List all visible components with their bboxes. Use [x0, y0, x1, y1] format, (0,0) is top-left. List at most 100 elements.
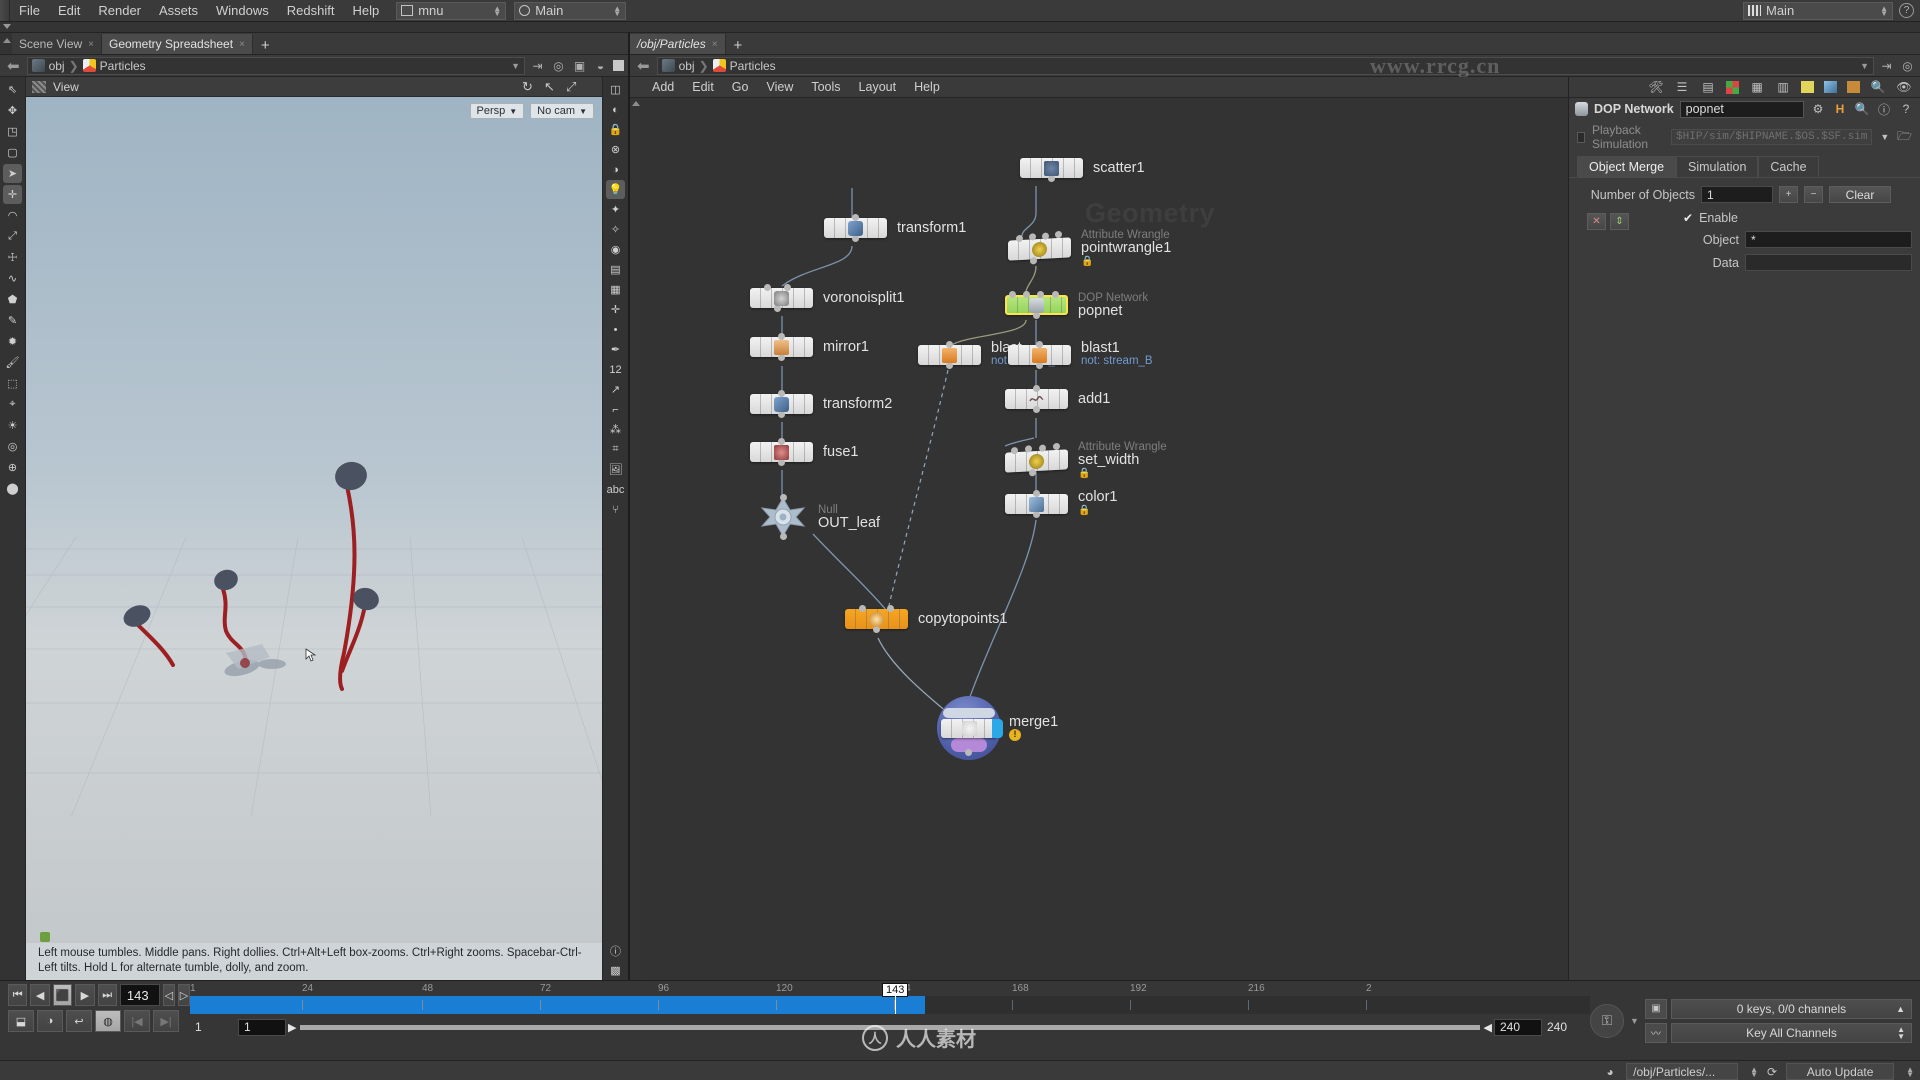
- update-mode-chevron-icon[interactable]: ▲ ▼: [1900, 1065, 1914, 1078]
- playback-mode-icon[interactable]: ↩: [66, 1010, 92, 1032]
- node-input-port-23[interactable]: [859, 605, 866, 612]
- measure-tool-icon[interactable]: ⌖: [3, 395, 22, 414]
- chevron-updown-icon[interactable]: ▲ ▼: [487, 4, 501, 17]
- path-dropdown-icon-2[interactable]: ▼: [1879, 129, 1890, 145]
- node-output-port-12[interactable]: [1029, 468, 1036, 476]
- node-output-port-5[interactable]: [1033, 312, 1040, 319]
- snap-grid-icon[interactable]: ⤢: [566, 79, 581, 94]
- jump-start-button[interactable]: ⏮: [8, 984, 28, 1006]
- vector-icon[interactable]: ↗: [606, 380, 625, 399]
- snap-cursor-icon[interactable]: ↻: [522, 79, 537, 94]
- handles-icon[interactable]: ✥: [3, 101, 22, 120]
- node-output-port-16[interactable]: [965, 749, 972, 756]
- text-icon[interactable]: abc: [606, 480, 625, 499]
- layers-icon[interactable]: ▤: [1700, 79, 1716, 95]
- node-popnet[interactable]: DOP Network popnet: [1005, 291, 1148, 319]
- status-path[interactable]: /obj/Particles/...: [1626, 1063, 1739, 1080]
- no-light-icon[interactable]: ⊗: [606, 140, 625, 159]
- node-output-port-7[interactable]: [946, 362, 953, 369]
- desktop-combo[interactable]: mnu ▲ ▼: [396, 1, 507, 20]
- node-color1[interactable]: color1 🔒: [1005, 490, 1118, 518]
- target-icon-2[interactable]: ◎: [550, 57, 567, 74]
- node-mirror1-body[interactable]: [750, 333, 813, 361]
- node-output-port-13[interactable]: [780, 533, 787, 540]
- view-menu-label[interactable]: View: [53, 80, 79, 94]
- network-breadcrumb-obj[interactable]: obj: [661, 59, 695, 73]
- add-tab-button[interactable]: +: [253, 37, 278, 54]
- node-output-port-3[interactable]: [1030, 256, 1037, 264]
- node-input-port-21[interactable]: [780, 494, 787, 501]
- node-copytopoints1-body[interactable]: [845, 605, 908, 633]
- info-icon[interactable]: ⓘ: [606, 941, 625, 960]
- node-voronoisplit1[interactable]: voronoisplit1: [750, 284, 904, 312]
- breadcrumb-particles[interactable]: Particles: [82, 59, 146, 73]
- close-icon-2[interactable]: ×: [239, 39, 245, 50]
- global-start-field[interactable]: 1: [190, 1018, 238, 1036]
- cook-status-icon[interactable]: ◕: [1600, 1064, 1620, 1080]
- object-input[interactable]: *: [1745, 231, 1912, 248]
- node-merge1[interactable]: merge1 !: [937, 696, 1058, 760]
- node-blast-a-body[interactable]: [918, 341, 981, 369]
- close-icon[interactable]: ×: [88, 39, 94, 50]
- houdini-h-icon[interactable]: H: [1832, 101, 1848, 117]
- node-input-port-2[interactable]: [1029, 232, 1036, 241]
- camera-mode-badge[interactable]: Persp ▼: [469, 103, 525, 119]
- timeline-track[interactable]: 143: [190, 983, 1590, 1014]
- keys-channels-status[interactable]: 0 keys, 0/0 channels ▲: [1670, 998, 1912, 1019]
- grid-toggle-icon[interactable]: ▩: [606, 961, 625, 980]
- range-end-icon[interactable]: ▶|: [153, 1010, 179, 1032]
- pen-icon[interactable]: ✒: [606, 340, 625, 359]
- node-input-port-13[interactable]: [1036, 341, 1043, 348]
- playback-end-field[interactable]: 240: [1494, 1018, 1542, 1036]
- network-breadcrumb-particles[interactable]: Particles: [712, 59, 776, 73]
- set-key-button[interactable]: ⚿: [1590, 1003, 1624, 1038]
- search-icon[interactable]: 🔍: [1870, 79, 1886, 95]
- range-start-icon[interactable]: |◀: [124, 1010, 150, 1032]
- refresh-icon[interactable]: ⟳: [1764, 1064, 1780, 1080]
- back-arrow-icon[interactable]: ⬅: [4, 57, 23, 75]
- node-out-leaf[interactable]: Null OUT_leaf: [756, 494, 880, 540]
- tab-scene-view[interactable]: Scene View ×: [12, 34, 102, 54]
- help-icon-2[interactable]: ?: [1898, 101, 1914, 117]
- node-blast1-body[interactable]: [1008, 341, 1071, 369]
- view-menu-icon[interactable]: [32, 80, 46, 93]
- help-icon[interactable]: ?: [1899, 3, 1914, 18]
- view-tool-icon[interactable]: ◳: [3, 122, 22, 141]
- node-set-width-body[interactable]: [1005, 442, 1068, 476]
- realtime-icon[interactable]: ◍: [95, 1010, 121, 1032]
- bg-image-icon[interactable]: ▤: [606, 260, 625, 279]
- node-input-port-19[interactable]: [1039, 444, 1046, 452]
- extra-tool-icon[interactable]: ⬤: [3, 479, 22, 498]
- node-popnet-body[interactable]: [1005, 291, 1068, 319]
- image-icon[interactable]: 🖼: [606, 460, 625, 479]
- node-transform2-body[interactable]: [750, 390, 813, 418]
- sim-path-field[interactable]: $HIP/sim/$HIPNAME.$OS.$SF.sim: [1671, 129, 1873, 145]
- list-tree-icon[interactable]: ☰: [1674, 79, 1690, 95]
- play-button[interactable]: ▶: [75, 984, 95, 1006]
- material-icon[interactable]: ◒: [592, 57, 609, 74]
- play-reverse-button[interactable]: ◀: [30, 984, 50, 1006]
- grid-icon[interactable]: ▦: [606, 280, 625, 299]
- node-input-port[interactable]: [852, 214, 859, 221]
- node-input-port-22[interactable]: [1033, 490, 1040, 497]
- node-add1[interactable]: add1: [1005, 385, 1110, 413]
- ghost-icon[interactable]: ◐: [606, 100, 625, 119]
- node-mirror1[interactable]: mirror1: [750, 333, 869, 361]
- tab-geometry-spreadsheet[interactable]: Geometry Spreadsheet ×: [102, 34, 253, 54]
- node-output-port-15[interactable]: [873, 626, 880, 633]
- network-scroll-strip[interactable]: [630, 98, 641, 980]
- menu-help[interactable]: Help: [343, 1, 388, 20]
- node-output-port-10[interactable]: [1033, 406, 1040, 413]
- step-back-button[interactable]: ◁: [162, 984, 175, 1006]
- split-pane-icon[interactable]: ▥: [1775, 79, 1791, 95]
- select-tool-icon[interactable]: ⇖: [3, 80, 22, 99]
- update-mode[interactable]: Auto Update: [1786, 1063, 1895, 1080]
- path-breadcrumb[interactable]: obj ❯ Particles ▼: [26, 56, 525, 75]
- number-of-objects-input[interactable]: 1: [1701, 186, 1773, 203]
- node-pointwrangle1[interactable]: Attribute Wrangle pointwrangle1 🔒: [1008, 229, 1171, 268]
- pin-icon[interactable]: ⇥: [529, 57, 546, 74]
- node-add1-body[interactable]: [1005, 385, 1068, 413]
- rotate-tool-icon[interactable]: ◠: [3, 206, 22, 225]
- node-output-port-8[interactable]: [1036, 362, 1043, 369]
- file-browse-icon[interactable]: 🗁: [1897, 129, 1912, 145]
